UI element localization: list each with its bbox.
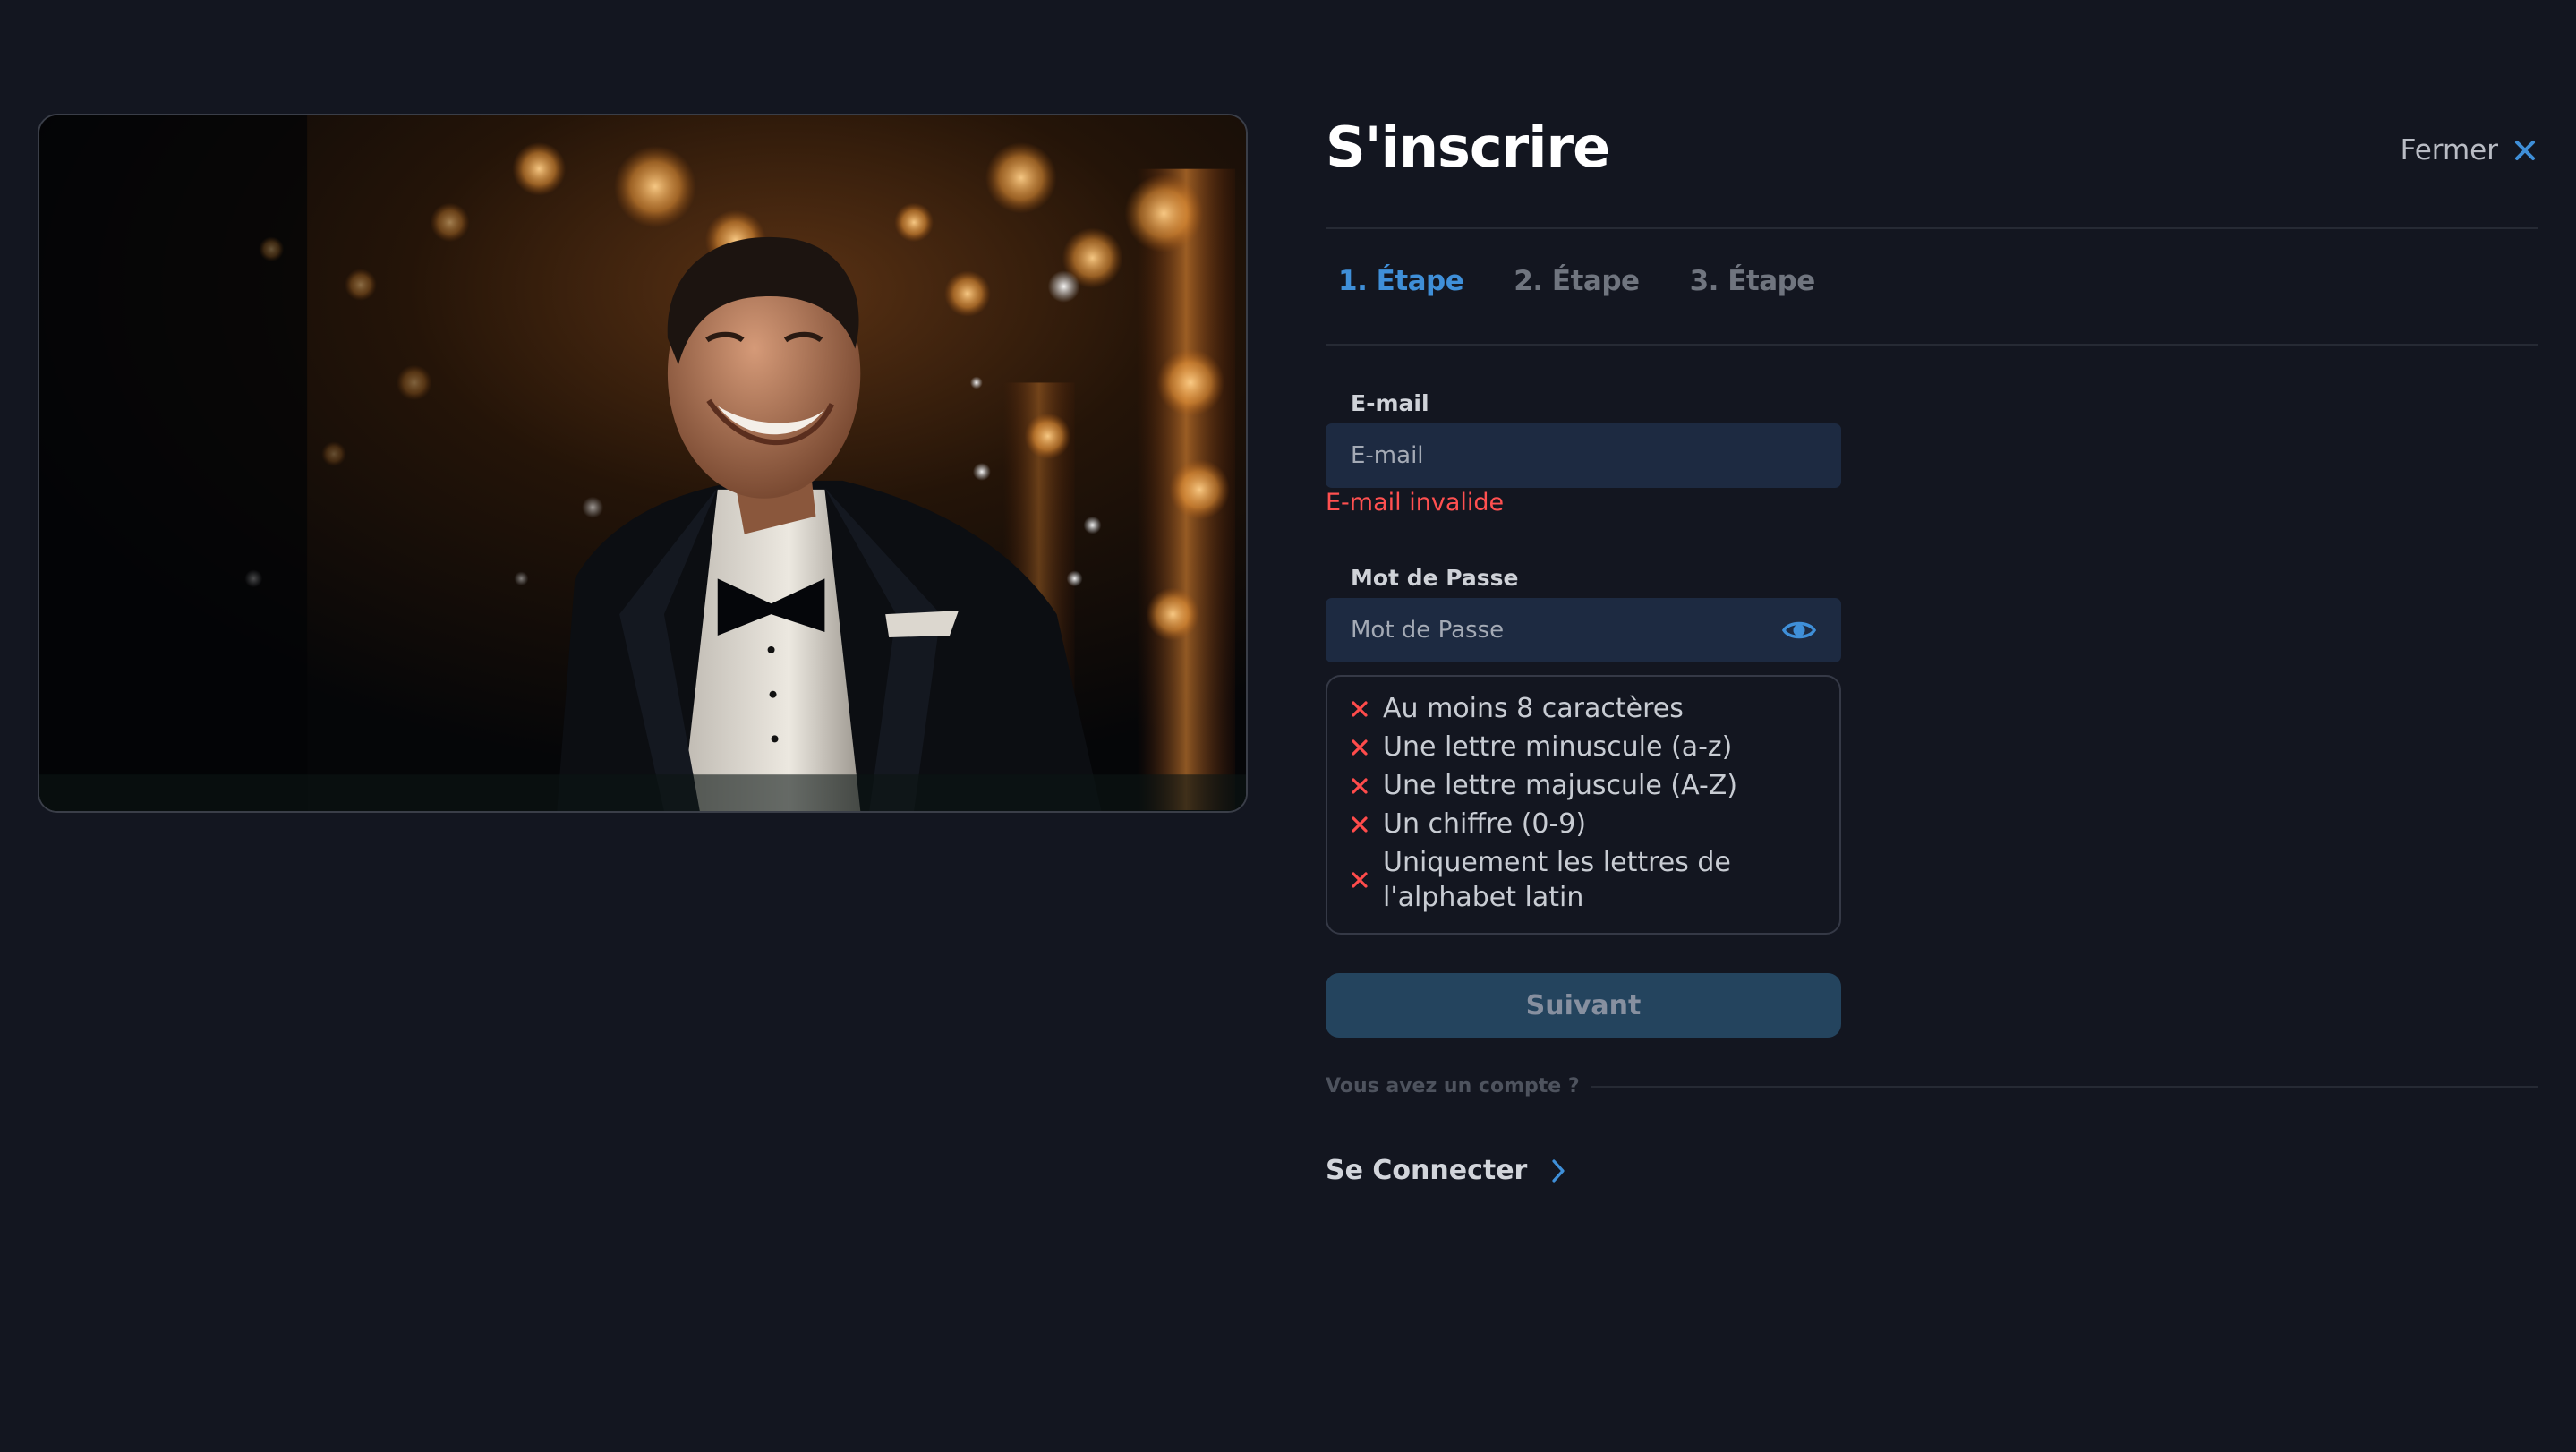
- login-label: Se Connecter: [1326, 1155, 1528, 1186]
- password-field-box: [1326, 598, 1841, 662]
- page-title: S'inscrire: [1326, 115, 1610, 180]
- cross-icon: [1352, 700, 1368, 717]
- tab-step-1[interactable]: 1. Étape: [1338, 265, 1464, 297]
- eye-icon[interactable]: [1782, 617, 1816, 644]
- cross-icon: [1352, 872, 1368, 888]
- tab-step-2[interactable]: 2. Étape: [1514, 265, 1640, 297]
- signup-page: S'inscrire Fermer 1. Étape 2. Étape 3. É…: [0, 0, 2576, 1452]
- password-label: Mot de Passe: [1351, 565, 1519, 591]
- requirement-text: Uniquement les lettres de l'alphabet lat…: [1383, 845, 1731, 915]
- account-question: Vous avez un compte ?: [1326, 1075, 1580, 1098]
- requirement-text-line2: l'alphabet latin: [1383, 882, 1584, 913]
- email-label: E-mail: [1351, 390, 1429, 416]
- password-requirements: Au moins 8 caractères Une lettre minuscu…: [1326, 675, 1841, 935]
- chevron-right-icon: [1552, 1158, 1565, 1183]
- email-error: E-mail invalide: [1326, 489, 1505, 517]
- cross-icon: [1352, 739, 1368, 756]
- requirement-length: Au moins 8 caractères: [1351, 691, 1818, 726]
- hero-image: [38, 114, 1248, 813]
- step-tabs: 1. Étape 2. Étape 3. Étape: [1338, 265, 1815, 297]
- requirement-text: Une lettre minuscule (a-z): [1383, 731, 1733, 763]
- requirement-digit: Un chiffre (0-9): [1351, 807, 1818, 841]
- close-button[interactable]: Fermer: [2401, 131, 2538, 170]
- cross-icon: [1352, 816, 1368, 833]
- requirement-text: Au moins 8 caractères: [1383, 693, 1684, 724]
- divider: [1326, 227, 2538, 229]
- hero-illustration: [39, 115, 1246, 811]
- account-divider: Vous avez un compte ?: [1326, 1075, 2538, 1098]
- close-label: Fermer: [2400, 134, 2498, 167]
- requirement-text: Une lettre majuscule (A-Z): [1383, 770, 1738, 801]
- cross-icon: [1352, 777, 1368, 794]
- requirement-lowercase: Une lettre minuscule (a-z): [1351, 730, 1818, 764]
- requirement-text: Un chiffre (0-9): [1383, 808, 1587, 840]
- requirement-latin: Uniquement les lettres de l'alphabet lat…: [1351, 845, 1818, 915]
- requirement-text-line1: Uniquement les lettres de: [1383, 847, 1731, 878]
- password-field[interactable]: [1351, 617, 1782, 644]
- next-button[interactable]: Suivant: [1326, 973, 1841, 1038]
- close-icon: [2515, 141, 2535, 160]
- email-field-box: [1326, 423, 1841, 488]
- email-field[interactable]: [1351, 442, 1816, 469]
- signup-form: S'inscrire Fermer 1. Étape 2. Étape 3. É…: [1326, 0, 2538, 1452]
- login-link[interactable]: Se Connecter: [1326, 1155, 1566, 1186]
- tab-step-3[interactable]: 3. Étape: [1690, 265, 1816, 297]
- divider: [1326, 344, 2538, 346]
- requirement-uppercase: Une lettre majuscule (A-Z): [1351, 768, 1818, 803]
- divider-line: [1590, 1085, 2538, 1088]
